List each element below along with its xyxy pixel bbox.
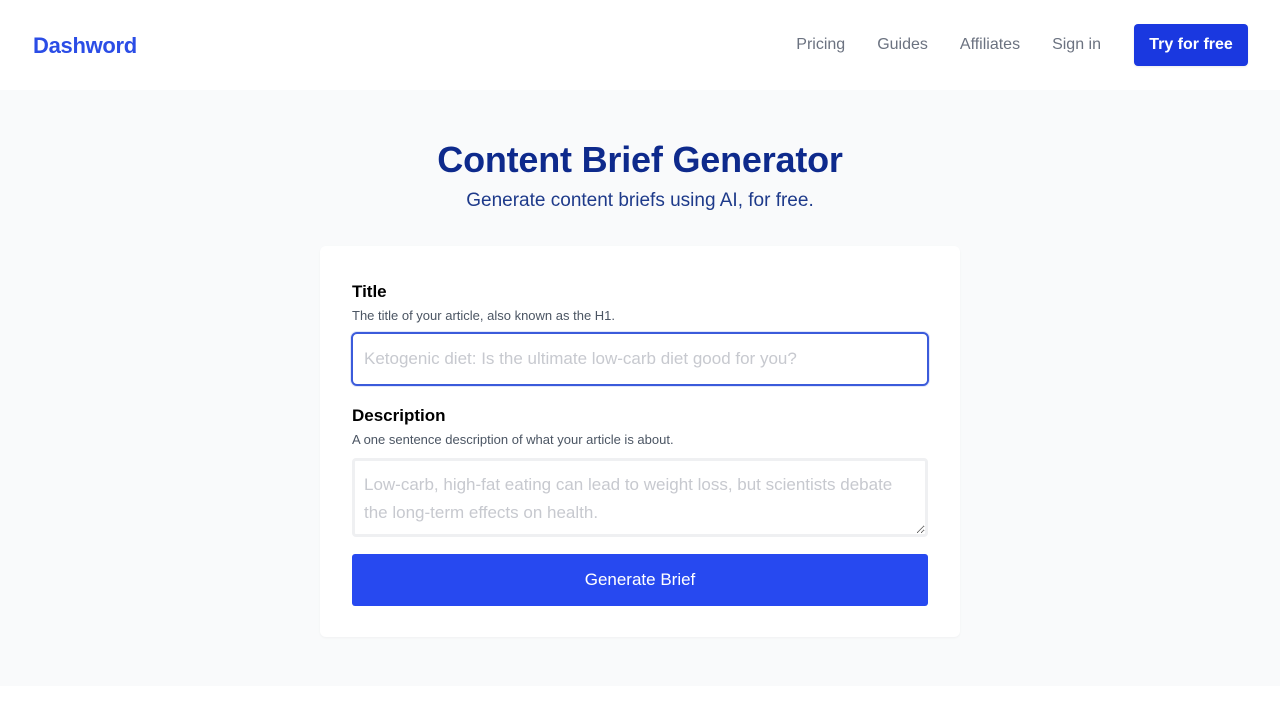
brief-form-card: Title The title of your article, also kn…	[320, 246, 960, 637]
try-for-free-button[interactable]: Try for free	[1134, 24, 1248, 66]
description-help-text: A one sentence description of what your …	[352, 432, 674, 447]
nav-link-sign-in[interactable]: Sign in	[1052, 24, 1101, 66]
description-textarea[interactable]	[352, 458, 928, 537]
generate-brief-button[interactable]: Generate Brief	[352, 554, 928, 606]
nav-link-affiliates[interactable]: Affiliates	[960, 24, 1020, 66]
footer-strip	[0, 686, 1280, 720]
title-input[interactable]	[351, 332, 929, 386]
main-nav: Pricing Guides Affiliates Sign in Try fo…	[796, 24, 1248, 66]
logo-link[interactable]: Dashword	[33, 31, 137, 61]
nav-link-guides[interactable]: Guides	[877, 24, 928, 66]
nav-link-pricing[interactable]: Pricing	[796, 24, 845, 66]
description-label: Description	[352, 406, 446, 425]
page-title: Content Brief Generator	[437, 139, 843, 180]
main-content: Content Brief Generator Generate content…	[0, 90, 1280, 686]
title-help-text: The title of your article, also known as…	[352, 308, 616, 323]
site-header: Dashword Pricing Guides Affiliates Sign …	[0, 0, 1280, 90]
title-label: Title	[352, 282, 387, 301]
page-subtitle: Generate content briefs using AI, for fr…	[466, 190, 814, 211]
